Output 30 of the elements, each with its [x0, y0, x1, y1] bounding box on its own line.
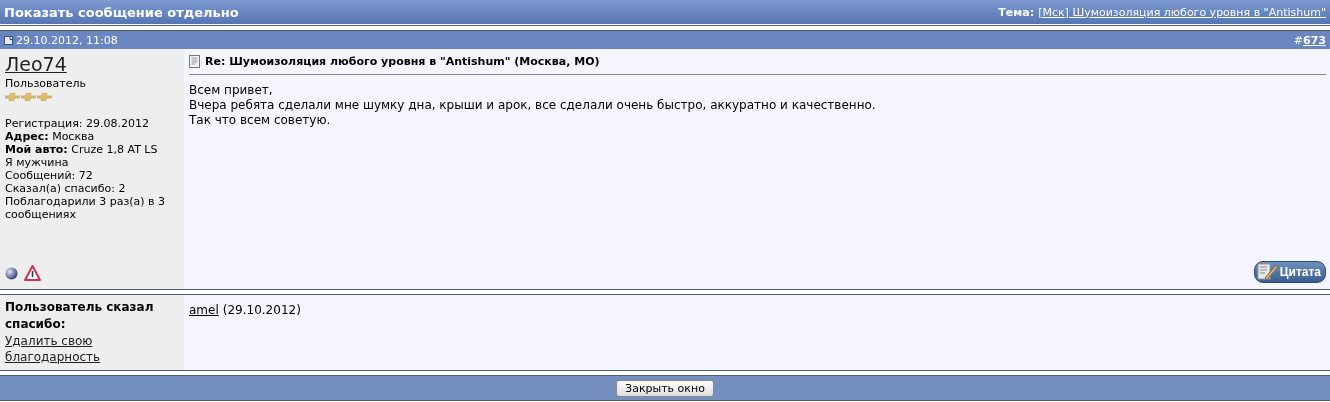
post-number-link[interactable]: 673: [1303, 33, 1326, 47]
post-date: 29.10.2012, 11:08: [16, 33, 118, 47]
close-window-button[interactable]: Закрыть окно: [616, 379, 714, 397]
profile-detail: Поблагодарили 3 раз(а) в 3 сообщениях: [5, 195, 167, 221]
user-link[interactable]: amel: [189, 303, 219, 317]
status-orb-icon[interactable]: [5, 266, 18, 280]
remove-thanks-link[interactable]: Удалить свою благодарность: [5, 333, 179, 365]
profile-detail: Сказал(а) спасибо: 2: [5, 182, 127, 195]
profile-detail: Я мужчина: [5, 156, 70, 169]
post-title: Re: Шумоизоляция любого уровня в "Antishum" (Москва, МО): [205, 55, 600, 68]
post-text: Всем привет,: [189, 83, 274, 98]
document-pen-icon: [1256, 263, 1279, 281]
warning-icon[interactable]: [24, 265, 41, 281]
topic-link[interactable]: [Мск] Шумоизоляция любого уровня в "Antishum": [1038, 5, 1326, 19]
profile-detail: Сообщений: 72: [5, 169, 94, 182]
quote-button[interactable]: Цитата: [1253, 261, 1326, 283]
author-name-link[interactable]: Лео74: [5, 53, 67, 75]
topic-label: Тема:: [998, 5, 1035, 19]
profile-detail: Регистрация: 29.08.2012: [5, 117, 150, 130]
post-text: Вчера ребята сделали мне шумку дна, крыши и арок, все сделали очень быстро, аккуратно и качественно.: [189, 98, 877, 113]
profile-detail: Мой авто: Cruze 1,8 AT LS: [5, 143, 159, 156]
post-number-prefix: #: [1293, 33, 1304, 47]
document-icon: [189, 55, 200, 68]
thanks-label: Пользователь сказал спасибо:: [5, 299, 155, 333]
author-rank: Пользователь: [5, 77, 87, 90]
profile-detail: Адрес: Москва: [5, 130, 96, 143]
window-title: Показать сообщение отдельно: [4, 4, 239, 20]
post-text: Так что всем советую.: [189, 113, 332, 128]
post-icon: [4, 35, 13, 45]
thanks-date: (29.10.2012): [222, 303, 301, 317]
